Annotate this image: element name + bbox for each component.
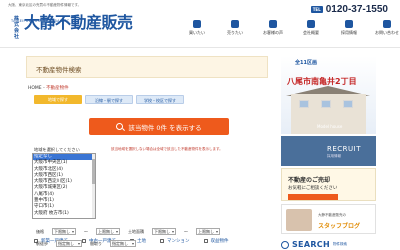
banner-lots-text: 全11区画 <box>295 60 317 66</box>
logo-text: 大静不動産販売 <box>24 13 133 32</box>
area-notice: 該当地域を選択しない場合は全域で該当した不動産物件を表示します。 <box>111 147 223 151</box>
check-income[interactable]: 収益物件 <box>203 238 229 244</box>
nav-company[interactable]: 会社概要 <box>292 20 330 40</box>
banner-sell-consult[interactable]: 不動産のご売却 お気軽にご相談ください <box>281 168 376 201</box>
price-min-select[interactable]: 下限無し <box>52 228 76 235</box>
filter-row-1: 価格 下限無し ～ 上限無し 土地面積 下限無し ～ 上限無し <box>36 228 220 235</box>
house-window <box>343 100 353 108</box>
search-panel: 不動産物件検索 HOME - 不動産物件 地域で探す 沿線・駅で探す 学校・校区… <box>26 56 268 250</box>
scrollbar-thumb[interactable] <box>92 159 95 184</box>
layout-select[interactable]: 指定無し <box>110 240 136 247</box>
nav-buy[interactable]: 買いたい <box>178 20 216 40</box>
checkbox[interactable] <box>203 239 208 243</box>
house-window <box>321 100 331 108</box>
sale-icon <box>231 20 239 28</box>
banner-recruit[interactable]: RECRUIT 採用情報 <box>281 136 376 166</box>
search-tabs: 地域で探す 沿線・駅で探す 学校・校区で探す <box>34 95 184 104</box>
nav-label: お客様の声 <box>263 30 283 35</box>
house-icon <box>193 20 201 28</box>
layout-label: 間取り <box>90 240 102 246</box>
banner-staff-blog[interactable]: 大静不動産販売の スタッフブログ <box>281 204 376 234</box>
land-label: 土地面積 <box>128 228 144 234</box>
nav-sell[interactable]: 売りたい <box>216 20 254 40</box>
breadcrumb-home[interactable]: HOME <box>28 86 42 91</box>
banner-yao-property[interactable]: 全11区画 八尾市南亀井2丁目 Model house <box>281 56 376 134</box>
nav-contact[interactable]: お問い合わせ <box>368 20 400 40</box>
logo-subtext: TAISEIFUDOUSANHANBAI.INC <box>11 19 70 23</box>
area-option[interactable]: 大阪府 枚方市(1) <box>33 211 95 217</box>
nav-recruit[interactable]: 採用情報 <box>330 20 368 40</box>
nav-label: 採用情報 <box>341 30 357 35</box>
staff-photo <box>286 209 312 231</box>
site-tagline: 大阪、東京北区の売買の不動産物件情報です。 <box>8 3 82 7</box>
mail-icon <box>383 20 391 28</box>
sell-cta-bar <box>288 194 338 200</box>
phone-contact[interactable]: TEL 0120-37-1550 <box>310 4 388 15</box>
search-banner-subtitle: 物件検索 <box>332 242 347 246</box>
price-label: 価格 <box>36 228 44 234</box>
nav-voice[interactable]: お客様の声 <box>254 20 292 40</box>
listbox-scrollbar[interactable] <box>92 154 95 218</box>
search-banner-title: SEARCH <box>292 240 330 249</box>
building-icon <box>307 20 315 28</box>
person-icon <box>345 20 353 28</box>
tab-school[interactable]: 学校・校区で探す <box>136 95 184 104</box>
area-listbox[interactable]: 指定なし 大阪市中央区(1) 大阪市北区(4) 大阪市西区(1) 大阪市西淀川区… <box>32 153 96 219</box>
search-icon <box>116 123 124 130</box>
banner-search[interactable]: SEARCH 物件検索 <box>281 239 376 250</box>
check-label: マンション <box>167 239 190 244</box>
nav-label: お問い合わせ <box>375 30 399 35</box>
range-separator: ～ <box>84 228 88 234</box>
tab-line[interactable]: 沿線・駅で探す <box>85 95 133 104</box>
recruit-title: RECRUIT <box>327 145 362 153</box>
check-label: 土地 <box>137 239 146 244</box>
check-label: 収益物件 <box>210 239 229 244</box>
phone-badge: TEL <box>310 6 323 13</box>
page-title: 不動産物件検索 <box>26 56 268 78</box>
tab-area[interactable]: 地域で探す <box>34 95 82 104</box>
sell-subtitle: お気軽にご相談ください <box>288 186 338 191</box>
global-nav: 買いたい 売りたい お客様の声 会社概要 採用情報 お問い合わせ <box>178 20 400 40</box>
check-mansion[interactable]: マンション <box>160 238 190 244</box>
breadcrumb: HOME - 不動産物件 <box>28 85 69 91</box>
house-window <box>299 100 309 108</box>
checkbox[interactable] <box>160 239 164 243</box>
price-max-select[interactable]: 上限無し <box>96 228 120 235</box>
recruit-subtitle: 採用情報 <box>327 154 341 158</box>
breadcrumb-current: 不動産物件 <box>46 86 69 91</box>
sell-title: 不動産のご売却 <box>288 177 331 184</box>
blog-caption: 大静不動産販売の <box>318 213 346 217</box>
walk-label: 駅徒歩 <box>36 240 48 246</box>
site-logo[interactable]: 株式会社 大静不動産販売 <box>14 13 133 41</box>
nav-label: 売りたい <box>227 30 243 35</box>
site-header: 大阪、東京北区の売買の不動産物件情報です。 株式会社 大静不動産販売 TAISE… <box>0 0 400 48</box>
nav-label: 会社概要 <box>303 30 319 35</box>
filter-row-2: 駅徒歩 指定無し 間取り 指定無し <box>36 240 136 247</box>
show-results-label: 該当物件 0件 を表示する <box>128 123 202 132</box>
banner-caption: Model house <box>317 124 343 129</box>
range-separator: ～ <box>184 228 188 234</box>
land-max-select[interactable]: 上限無し <box>196 228 220 235</box>
land-min-select[interactable]: 下限無し <box>152 228 176 235</box>
phone-number: 0120-37-1550 <box>325 4 388 15</box>
walk-select[interactable]: 指定無し <box>56 240 82 247</box>
nav-label: 買いたい <box>189 30 205 35</box>
blog-title: スタッフブログ <box>318 223 361 230</box>
search-ring-icon <box>281 240 289 249</box>
people-icon <box>269 20 277 28</box>
show-results-button[interactable]: 該当物件 0件 を表示する <box>89 118 229 135</box>
